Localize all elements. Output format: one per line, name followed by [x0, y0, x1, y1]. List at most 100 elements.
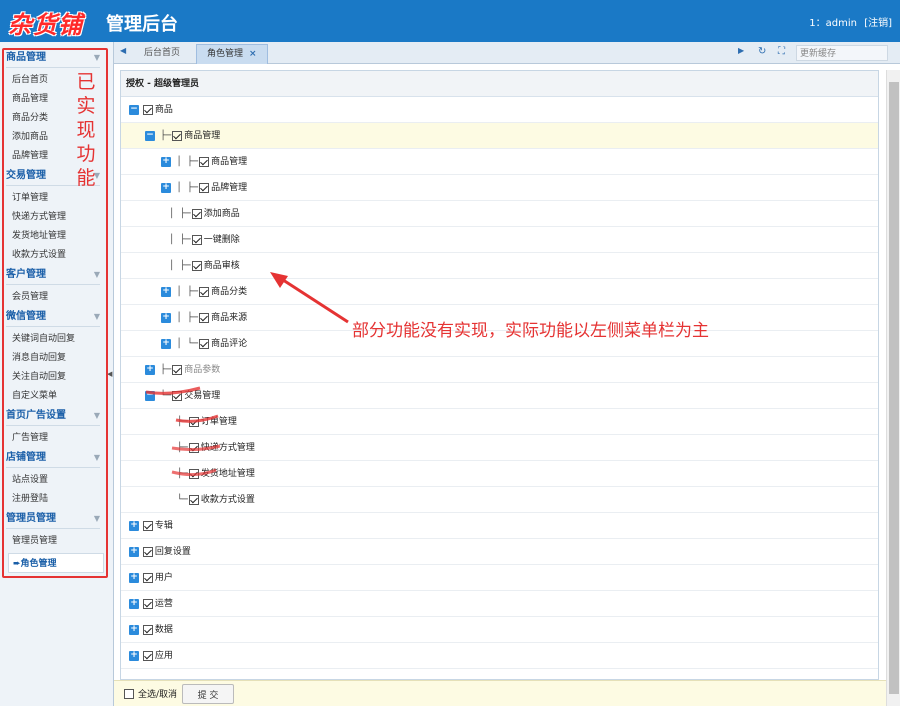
tree-row: + │ ├─ 商品分类: [121, 279, 878, 305]
tab-scroll-left-icon[interactable]: ◀: [120, 46, 126, 55]
tree-guide: ├─: [177, 417, 188, 427]
expand-icon[interactable]: +: [129, 624, 139, 635]
sidebar-item-keyword-reply[interactable]: 关键词自动回复: [12, 331, 75, 347]
logout-link[interactable]: [注销]: [864, 18, 892, 29]
annotation-vertical: 已 实 现 功 能: [76, 71, 96, 189]
tree-guide: └─: [155, 391, 172, 401]
sidebar-item-goods-manage[interactable]: 商品管理: [12, 91, 48, 107]
refresh-icon[interactable]: ↻: [758, 46, 766, 57]
sidebar-group-goods[interactable]: 商品管理 ▼: [6, 50, 100, 66]
tree-guide: │ ├─: [171, 157, 199, 167]
collapse-handle-icon[interactable]: ◀: [107, 370, 114, 382]
tab-scroll-right-icon[interactable]: ▶: [738, 46, 744, 55]
divider: [6, 326, 100, 327]
sidebar-group-admin[interactable]: 管理员管理 ▼: [6, 511, 100, 527]
sidebar-item-admins[interactable]: 管理员管理: [12, 533, 57, 549]
scrollbar[interactable]: [886, 70, 900, 706]
user-name: 1：admin: [809, 18, 857, 29]
sidebar-item-register-login[interactable]: 注册登陆: [12, 491, 48, 507]
checkbox[interactable]: [142, 520, 153, 531]
checkbox[interactable]: [142, 624, 153, 635]
divider: [6, 467, 100, 468]
checkbox[interactable]: [172, 390, 183, 401]
checkbox[interactable]: [172, 364, 183, 375]
checkbox[interactable]: [199, 312, 210, 323]
checkbox[interactable]: [188, 416, 199, 427]
scrollbar-thumb[interactable]: [889, 82, 899, 694]
tree-row: ├─ 订单管理: [121, 409, 878, 435]
expand-icon[interactable]: +: [161, 182, 171, 193]
user-area: 1：admin [注销]: [805, 14, 892, 29]
checkbox[interactable]: [142, 650, 153, 661]
collapse-icon[interactable]: −: [145, 130, 155, 141]
sidebar-item-follow-reply[interactable]: 关注自动回复: [12, 369, 66, 385]
tab-home[interactable]: 后台首页: [134, 44, 190, 64]
sidebar-item-message-reply[interactable]: 消息自动回复: [12, 350, 66, 366]
tree-guide: ├─: [155, 365, 172, 375]
checkbox[interactable]: [188, 494, 199, 505]
arrow-right-icon: ➨: [13, 559, 21, 569]
expand-icon[interactable]: +: [161, 286, 171, 297]
checkbox[interactable]: [142, 104, 153, 115]
tree-row: − ├─ 商品管理: [121, 123, 878, 149]
sidebar-item-brand[interactable]: 品牌管理: [12, 148, 48, 164]
expand-icon[interactable]: +: [145, 364, 155, 375]
divider: [6, 425, 100, 426]
checkbox[interactable]: [142, 546, 153, 557]
checkbox[interactable]: [172, 130, 183, 141]
sidebar-item-site-settings[interactable]: 站点设置: [12, 472, 48, 488]
expand-icon[interactable]: +: [161, 312, 171, 323]
tree-row: − └─ 交易管理: [121, 383, 878, 409]
expand-icon[interactable]: +: [129, 650, 139, 661]
tree-guide: │ ├─: [171, 313, 199, 323]
checkbox[interactable]: [199, 156, 210, 167]
permission-panel: 授权 - 超级管理员 − 商品 − ├─ 商品管理 + │ ├─ 商品管理 + │ …: [120, 70, 879, 680]
sidebar-item-ads[interactable]: 广告管理: [12, 430, 48, 446]
checkbox[interactable]: [199, 182, 210, 193]
expand-icon[interactable]: +: [129, 546, 139, 557]
fullscreen-icon[interactable]: ⛶: [778, 46, 785, 57]
select-all-checkbox[interactable]: [124, 689, 134, 699]
sidebar-group-wechat[interactable]: 微信管理 ▼: [6, 309, 100, 325]
sidebar-item-home[interactable]: 后台首页: [12, 72, 48, 88]
expand-icon[interactable]: +: [161, 338, 171, 349]
divider: [6, 528, 100, 529]
collapse-icon[interactable]: −: [145, 390, 155, 401]
collapse-icon[interactable]: −: [129, 104, 139, 115]
tab-roles[interactable]: 角色管理 ×: [196, 44, 268, 64]
expand-icon[interactable]: +: [129, 520, 139, 531]
sidebar-group-ads[interactable]: 首页广告设置 ▼: [6, 408, 100, 424]
sidebar-item-orders[interactable]: 订单管理: [12, 190, 48, 206]
expand-icon[interactable]: +: [161, 156, 171, 167]
sidebar-item-ship-address[interactable]: 发货地址管理: [12, 228, 66, 244]
checkbox[interactable]: [191, 208, 202, 219]
sidebar-group-customer[interactable]: 客户管理 ▼: [6, 267, 100, 283]
sidebar-item-roles[interactable]: ➨角色管理: [8, 553, 104, 573]
checkbox[interactable]: [191, 260, 202, 271]
checkbox[interactable]: [188, 442, 199, 453]
tree-guide: │ ├─: [169, 209, 191, 219]
checkbox[interactable]: [191, 234, 202, 245]
sidebar-group-shop[interactable]: 店铺管理 ▼: [6, 450, 100, 466]
expand-icon[interactable]: +: [129, 598, 139, 609]
sidebar-item-express[interactable]: 快递方式管理: [12, 209, 66, 225]
submit-button[interactable]: 提 交: [182, 684, 234, 704]
sidebar-item-members[interactable]: 会员管理: [12, 289, 48, 305]
tree-row: + 运营: [121, 591, 878, 617]
close-icon[interactable]: ×: [249, 49, 257, 59]
checkbox[interactable]: [188, 468, 199, 479]
checkbox[interactable]: [142, 572, 153, 583]
expand-icon[interactable]: +: [129, 572, 139, 583]
sidebar-item-add-goods[interactable]: 添加商品: [12, 129, 48, 145]
sidebar-item-custom-menu[interactable]: 自定义菜单: [12, 388, 57, 404]
checkbox[interactable]: [199, 338, 210, 349]
sidebar-item-payment[interactable]: 收款方式设置: [12, 247, 66, 263]
update-cache-button[interactable]: 更新缓存: [796, 45, 888, 61]
chevron-down-icon: ▼: [93, 411, 100, 420]
sidebar-item-goods-category[interactable]: 商品分类: [12, 110, 48, 126]
checkbox[interactable]: [142, 598, 153, 609]
tree-guide: │ ├─: [169, 261, 191, 271]
tree-guide: ├─: [177, 469, 188, 479]
divider: [6, 284, 100, 285]
checkbox[interactable]: [199, 286, 210, 297]
